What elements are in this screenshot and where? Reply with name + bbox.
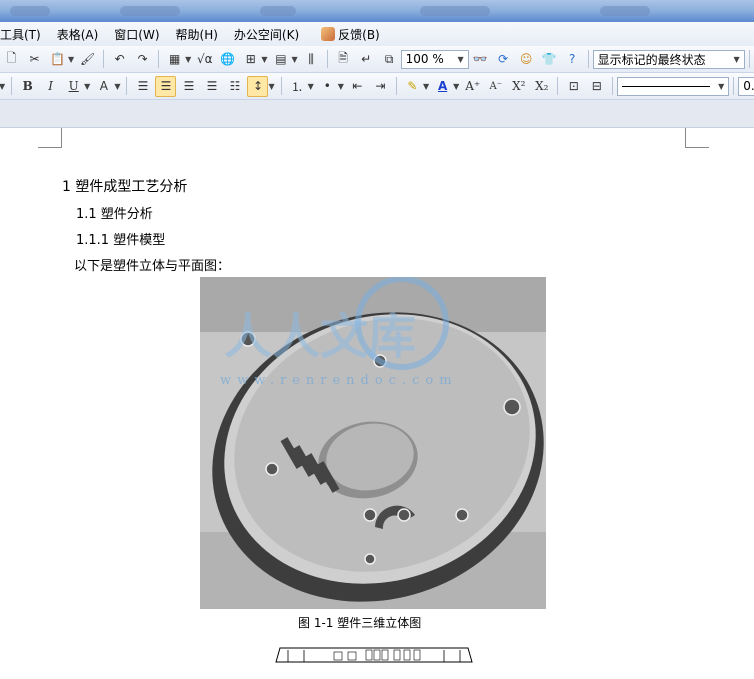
menu-bar: 工具(T) 表格(A) 窗口(W) 帮助(H) 办公空间(K) 反馈(B) [0, 22, 754, 46]
print-preview-icon[interactable]: 🗋 [1, 49, 22, 70]
separator [158, 50, 160, 68]
cut-icon[interactable]: ✂ [24, 49, 45, 70]
title-bar [0, 0, 754, 22]
chevron-down-icon[interactable]: ▼ [84, 82, 90, 91]
track-changes-select[interactable]: 显示标记的最终状态 ▼ [592, 49, 745, 69]
separator [557, 77, 559, 95]
separator [280, 77, 282, 95]
figure-caption: 图 1-1 塑件三维立体图 [298, 616, 422, 630]
superscript-icon[interactable]: X² [508, 76, 529, 97]
heading-1: 1 塑件成型工艺分析 [62, 179, 188, 195]
format-painter-icon[interactable]: 🖌 [77, 49, 98, 70]
bold-button[interactable]: B [17, 76, 38, 97]
feedback-icon [321, 27, 336, 41]
separator [326, 50, 328, 68]
document-page[interactable]: 1 塑件成型工艺分析 1.1 塑件分析 1.1.1 塑件模型 以下是塑件立体与平… [0, 128, 754, 679]
separator [126, 77, 128, 95]
redo-icon[interactable]: ↷ [132, 49, 153, 70]
numbered-list-icon[interactable]: ⒈ [287, 76, 308, 97]
undo-icon[interactable]: ↶ [109, 49, 130, 70]
separator [612, 77, 614, 95]
align-center-icon[interactable]: ☰ [155, 75, 177, 97]
shirt-icon[interactable]: 👕 [539, 49, 560, 70]
align-right-icon[interactable]: ☰ [178, 76, 199, 97]
refresh-icon[interactable]: ⟳ [493, 49, 514, 70]
table-style-icon[interactable]: ⊟ [586, 76, 607, 97]
grid-icon[interactable]: ⊞ [240, 49, 261, 70]
menu-help[interactable]: 帮助(H) [168, 24, 226, 44]
standard-toolbar: 🗋 ✂ 📋 ▼ 🖌 ↶ ↷ ▦ ▼ √α 🌐 ⊞ ▼ ▤ ▼ ⫼ 🗎 ↵ ⧉ 100 %… [0, 46, 754, 73]
chevron-down-icon[interactable]: ▼ [423, 82, 429, 91]
chevron-down-icon: ▼ [457, 54, 464, 64]
heading-2: 1.1 塑件分析 [76, 207, 153, 222]
font-color-icon[interactable]: A [432, 76, 453, 97]
chevron-down-icon[interactable]: ▼ [308, 82, 314, 91]
help-icon[interactable]: ? [562, 49, 583, 70]
chevron-down-icon[interactable]: ▼ [68, 55, 74, 64]
zoom-select[interactable]: 100 % ▼ [400, 49, 469, 69]
chevron-down-icon[interactable]: ▼ [0, 82, 5, 91]
separator [11, 77, 13, 95]
page-icon[interactable]: ⧉ [379, 49, 400, 70]
separator [733, 77, 735, 95]
shrink-font-icon[interactable]: A⁻ [485, 76, 506, 97]
watermark-brand: 人人文库 [224, 309, 417, 365]
highlight-icon[interactable]: ✎ [402, 76, 423, 97]
ruler-strip [0, 100, 754, 128]
columns-icon[interactable]: ▤ [270, 49, 291, 70]
separator [103, 50, 105, 68]
part-3d-image[interactable]: 人人文库 www.renrendoc.com [200, 277, 546, 609]
underline-button[interactable]: U [63, 76, 84, 97]
separator [587, 50, 589, 68]
menu-feedback[interactable]: 反馈(B) [313, 24, 388, 44]
chevron-down-icon[interactable]: ▼ [261, 55, 267, 64]
margin-corner-right [685, 128, 709, 148]
bullet-list-icon[interactable]: • [317, 76, 338, 97]
paste-icon[interactable]: 📋 [47, 49, 68, 70]
web-icon[interactable]: 🌐 [217, 49, 238, 70]
italic-button[interactable]: I [40, 76, 61, 97]
subscript-icon[interactable]: X₂ [531, 76, 552, 97]
watermark-url: www.renrendoc.com [220, 373, 458, 388]
chevron-down-icon[interactable]: ▼ [268, 82, 274, 91]
formatting-toolbar: ▼ B I U ▼ A ▼ ☰ ☰ ☰ ☰ ☷ ↕ ▼ ⒈ ▼ • ▼ ⇤ ⇥ ✎ ▼ A ▼… [0, 73, 754, 100]
separator [395, 77, 397, 95]
separator [748, 50, 750, 68]
chevron-down-icon[interactable]: ▼ [185, 55, 191, 64]
find-icon[interactable]: 👓 [470, 49, 491, 70]
chevron-down-icon[interactable]: ▼ [453, 82, 459, 91]
show-formatting-icon[interactable]: ↵ [356, 49, 377, 70]
drawing-icon[interactable]: ⫼ [301, 49, 322, 70]
document-map-icon[interactable]: 🗎 [333, 49, 354, 70]
char-border-icon[interactable]: A [93, 76, 114, 97]
increase-indent-icon[interactable]: ⇥ [370, 76, 391, 97]
line-width-select[interactable]: 0. [738, 76, 754, 96]
formula-icon[interactable]: √α [194, 49, 215, 70]
menu-window[interactable]: 窗口(W) [106, 24, 167, 44]
distributed-icon[interactable]: ☷ [224, 76, 245, 97]
border-line-select[interactable]: ▼ [617, 76, 730, 96]
chevron-down-icon[interactable]: ▼ [114, 82, 120, 91]
heading-3: 1.1.1 塑件模型 [76, 233, 166, 248]
menu-office-space[interactable]: 办公空间(K) [226, 24, 307, 44]
smiley-icon[interactable]: ☺ [516, 49, 537, 70]
menu-table[interactable]: 表格(A) [49, 24, 107, 44]
table-props-icon[interactable]: ⊡ [563, 76, 584, 97]
chevron-down-icon: ▼ [733, 54, 740, 64]
line-spacing-icon[interactable]: ↕ [247, 75, 269, 97]
grow-font-icon[interactable]: A⁺ [462, 76, 483, 97]
chevron-down-icon[interactable]: ▼ [291, 55, 297, 64]
part-plan-view [275, 647, 473, 663]
margin-corner-left [38, 128, 62, 148]
chevron-down-icon: ▼ [718, 81, 725, 91]
insert-table-icon[interactable]: ▦ [164, 49, 185, 70]
line-style-preview [622, 85, 711, 87]
chevron-down-icon[interactable]: ▼ [338, 82, 344, 91]
body-paragraph: 以下是塑件立体与平面图： [74, 259, 231, 274]
decrease-indent-icon[interactable]: ⇤ [347, 76, 368, 97]
align-left-icon[interactable]: ☰ [132, 76, 153, 97]
menu-tools[interactable]: 工具(T) [0, 24, 49, 44]
justify-icon[interactable]: ☰ [201, 76, 222, 97]
